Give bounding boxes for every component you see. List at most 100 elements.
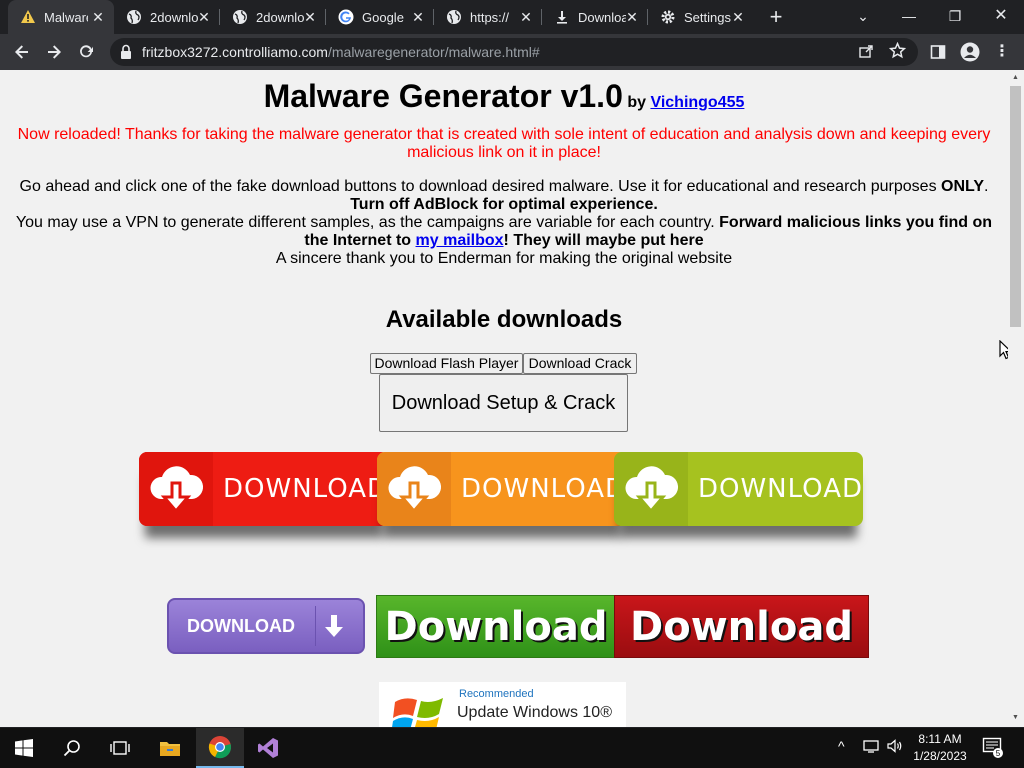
tab-downloads[interactable]: Downloads ✕ (542, 0, 648, 34)
web-page: Malware Generator v1.0 by Vichingo455 No… (0, 70, 1008, 727)
tab-malware-generator[interactable]: Malware Generator ✕ (8, 0, 114, 34)
update-windows-label: Update Windows 10® (457, 704, 612, 721)
tab-google[interactable]: Google ✕ (326, 0, 434, 34)
download-button-red-large[interactable]: Download (614, 595, 869, 658)
browser-toolbar: fritzbox3272.controlliamo.com/malwaregen… (0, 34, 1024, 70)
info-line-1: Go ahead and click one of the fake downl… (10, 178, 998, 196)
lock-icon[interactable] (120, 44, 134, 60)
minimize-button[interactable]: — (892, 4, 926, 28)
tab-label: https:// (470, 9, 510, 25)
close-tab-icon[interactable]: ✕ (90, 9, 106, 25)
restore-button[interactable]: ❐ (938, 4, 972, 28)
close-tab-icon[interactable]: ✕ (302, 9, 318, 25)
info-text: Go ahead and click one of the fake downl… (10, 178, 998, 268)
tab-label: Google (362, 9, 404, 25)
close-tab-icon[interactable]: ✕ (518, 9, 534, 25)
scroll-down-icon[interactable]: ▼ (1012, 714, 1019, 721)
author-link[interactable]: Vichingo455 (650, 94, 744, 111)
system-clock[interactable]: 8:11 AM 1/28/2023 (912, 731, 968, 765)
show-hidden-icons[interactable]: ^ (838, 738, 845, 754)
close-tab-icon[interactable]: ✕ (730, 9, 746, 25)
scrollbar-thumb[interactable] (1010, 86, 1021, 327)
adblock-note: Turn off AdBlock for optimal experience. (350, 196, 658, 213)
visual-studio-icon[interactable] (244, 728, 292, 768)
notification-center-icon[interactable]: 5 (982, 736, 1004, 761)
download-banner-red[interactable]: DOWNLOAD (139, 452, 389, 526)
mailbox-link[interactable]: my mailbox (416, 232, 504, 249)
globe-icon (446, 9, 462, 25)
tab-label: Malware Generator (44, 9, 88, 25)
tab-search-icon[interactable]: ⌄ (846, 4, 880, 28)
windows-update-ad[interactable]: Recommended Update Windows 10® (379, 682, 626, 727)
download-flash-player-button[interactable]: Download Flash Player (370, 353, 523, 374)
chrome-taskbar-icon[interactable] (196, 728, 244, 768)
download-banner-orange[interactable]: DOWNLOAD (377, 452, 627, 526)
share-icon[interactable] (858, 43, 874, 64)
file-explorer-icon[interactable] (146, 728, 194, 768)
warning-icon (20, 9, 36, 25)
cloud-download-icon (614, 452, 688, 526)
bookmark-star-icon[interactable] (888, 41, 907, 64)
more-menu-icon[interactable]: ⋮ (990, 40, 1014, 64)
back-button[interactable] (10, 40, 34, 64)
cloud-download-icon (139, 452, 213, 526)
close-tab-icon[interactable]: ✕ (196, 9, 212, 25)
close-tab-icon[interactable]: ✕ (410, 9, 426, 25)
globe-icon (232, 9, 248, 25)
available-downloads-heading: Available downloads (385, 306, 623, 333)
tab-label: 2download (256, 9, 304, 25)
reload-button[interactable] (74, 40, 98, 64)
info-text-period: . (984, 178, 989, 195)
address-bar[interactable]: fritzbox3272.controlliamo.com/malwaregen… (110, 38, 918, 66)
tab-https[interactable]: https:// ✕ (434, 0, 542, 34)
tab-label: Downloads (578, 9, 626, 25)
vpn-note: You may use a VPN to generate different … (15, 214, 720, 231)
cloud-download-icon (377, 452, 451, 526)
url-host: fritzbox3272.controlliamo.com (142, 44, 328, 60)
download-button-purple[interactable]: DOWNLOAD (167, 598, 365, 654)
tab-2download-2[interactable]: 2download ✕ (220, 0, 326, 34)
page-scrollbar[interactable]: ▲ ▼ (1008, 70, 1024, 727)
download-label: DOWNLOAD (223, 474, 389, 504)
download-banner-green[interactable]: DOWNLOAD (614, 452, 863, 526)
tab-settings[interactable]: Settings ✕ (648, 0, 754, 34)
gear-icon (660, 9, 676, 25)
scroll-up-icon[interactable]: ▲ (1012, 74, 1019, 81)
download-button-green-large[interactable]: Download (376, 595, 616, 658)
close-window-button[interactable]: ✕ (984, 4, 1018, 28)
arrow-down-icon (315, 606, 351, 646)
volume-icon[interactable] (886, 738, 904, 757)
download-label: DOWNLOAD (187, 615, 295, 636)
task-view-icon[interactable] (96, 728, 144, 768)
url-path: /malwaregenerator/malware.html# (327, 44, 540, 60)
globe-icon (126, 9, 142, 25)
reload-notice: Now reloaded! Thanks for taking the malw… (17, 126, 991, 161)
start-button[interactable] (0, 728, 48, 768)
forward-note-end: ! They will maybe put here (503, 232, 704, 249)
download-label: DOWNLOAD (697, 474, 863, 504)
page-heading: Malware Generator v1.0 (263, 78, 623, 114)
download-label: Download (630, 603, 853, 650)
by-label: by (627, 94, 646, 111)
new-tab-button[interactable]: + (764, 6, 788, 28)
download-icon (554, 9, 570, 25)
windows-taskbar: ^ 8:11 AM 1/28/2023 5 (0, 728, 1024, 768)
tab-strip: Malware Generator ✕ 2download ✕ 2downloa… (0, 0, 1024, 34)
forward-button[interactable] (42, 40, 66, 64)
profile-avatar-icon[interactable] (958, 40, 982, 64)
info-line-3: You may use a VPN to generate different … (10, 214, 998, 250)
recommended-label: Recommended (459, 688, 534, 700)
thanks-note: A sincere thank you to Enderman for maki… (275, 250, 733, 267)
side-panel-icon[interactable] (926, 40, 950, 64)
download-setup-crack-button[interactable]: Download Setup & Crack (379, 374, 628, 432)
google-icon (338, 9, 354, 25)
search-icon[interactable] (48, 728, 96, 768)
notification-count: 5 (996, 749, 1001, 758)
download-crack-button[interactable]: Download Crack (523, 353, 637, 374)
close-tab-icon[interactable]: ✕ (624, 9, 640, 25)
tab-2download-1[interactable]: 2download ✕ (114, 0, 220, 34)
windows-logo-icon (391, 690, 447, 727)
tab-label: Settings (684, 9, 731, 25)
mouse-cursor-icon (999, 339, 1008, 360)
network-icon[interactable] (862, 738, 880, 757)
